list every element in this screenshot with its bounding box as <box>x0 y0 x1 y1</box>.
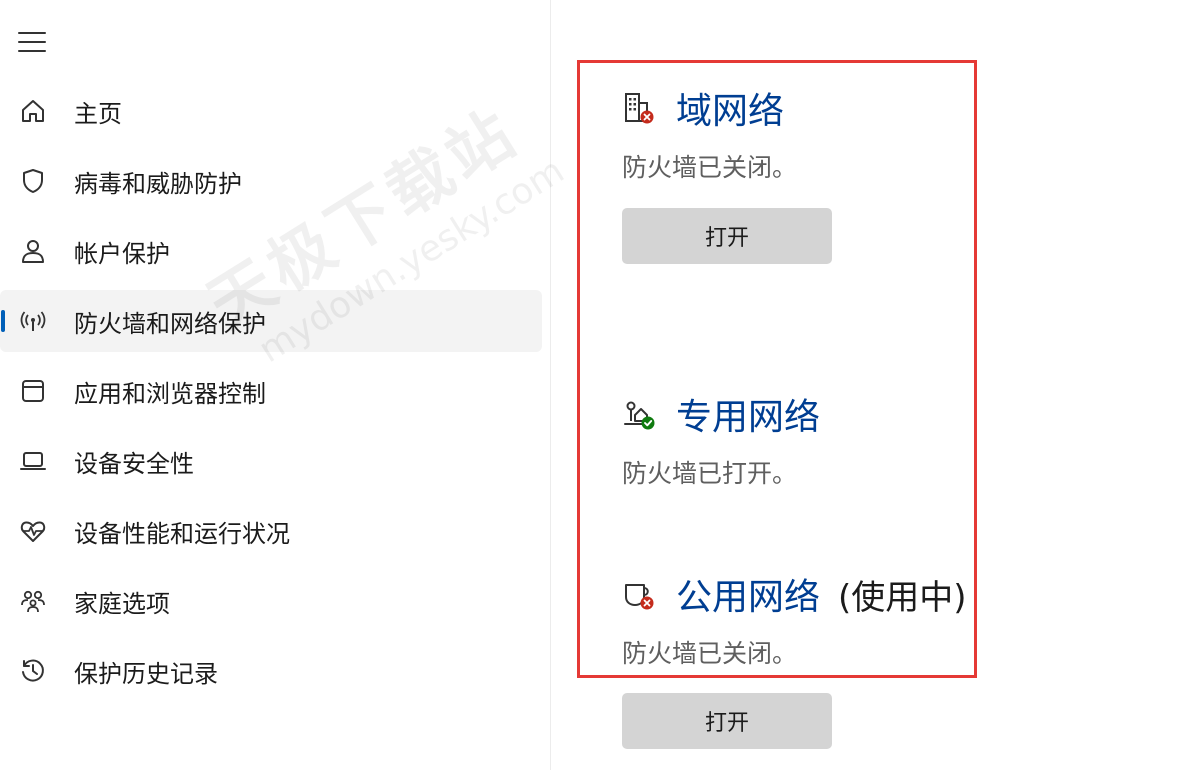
domain-network-section: 域网络 防火墙已关闭。 <box>622 82 797 184</box>
public-network-link[interactable]: 公用网络 <box>676 568 820 620</box>
sidebar-item-virus-protection[interactable]: 病毒和威胁防护 <box>0 150 542 212</box>
public-network-status: 防火墙已关闭。 <box>622 639 798 668</box>
sidebar-item-account-protection[interactable]: 帐户保护 <box>0 220 542 282</box>
sidebar-item-home[interactable]: 主页 <box>0 80 542 142</box>
sidebar-nav: 主页 病毒和威胁防护 帐户保护 防火墙和网络保护 应用和浏览器控制 设备安全性 … <box>0 80 550 710</box>
domain-network-status: 防火墙已关闭。 <box>622 153 798 182</box>
shield-icon <box>18 166 48 196</box>
private-network-link[interactable]: 专用网络 <box>676 388 820 440</box>
sidebar-item-device-security[interactable]: 设备安全性 <box>0 430 542 492</box>
person-icon <box>18 236 48 266</box>
public-network-turn-on-button[interactable]: 打开 <box>622 693 832 749</box>
history-icon <box>18 656 48 686</box>
domain-network-error-icon <box>622 91 656 125</box>
private-network-section: 专用网络 防火墙已打开。 <box>622 388 820 490</box>
sidebar-item-protection-history[interactable]: 保护历史记录 <box>0 640 542 702</box>
sidebar-item-label: 应用和浏览器控制 <box>74 379 266 408</box>
sidebar-item-firewall[interactable]: 防火墙和网络保护 <box>0 290 542 352</box>
private-network-status: 防火墙已打开。 <box>622 459 798 488</box>
sidebar-item-label: 保护历史记录 <box>74 659 218 688</box>
sidebar-item-label: 帐户保护 <box>74 239 170 268</box>
family-icon <box>18 586 48 616</box>
sidebar-item-app-browser-control[interactable]: 应用和浏览器控制 <box>0 360 542 422</box>
sidebar-item-label: 主页 <box>74 99 122 128</box>
heart-pulse-icon <box>18 516 48 546</box>
sidebar-item-family-options[interactable]: 家庭选项 <box>0 570 542 632</box>
home-icon <box>18 96 48 126</box>
sidebar-item-label: 设备性能和运行状况 <box>74 519 290 548</box>
public-network-in-use-label: (使用中) <box>838 577 967 618</box>
sidebar-item-label: 防火墙和网络保护 <box>74 309 266 338</box>
public-network-error-icon <box>622 577 656 611</box>
public-network-section: 公用网络 (使用中) 防火墙已关闭。 <box>622 568 967 670</box>
sidebar-item-label: 病毒和威胁防护 <box>74 169 242 198</box>
sidebar: 主页 病毒和威胁防护 帐户保护 防火墙和网络保护 应用和浏览器控制 设备安全性 … <box>0 0 551 770</box>
browser-window-icon <box>18 376 48 406</box>
laptop-icon <box>18 446 48 476</box>
domain-network-turn-on-button[interactable]: 打开 <box>622 208 832 264</box>
sidebar-item-device-health[interactable]: 设备性能和运行状况 <box>0 500 542 562</box>
domain-network-link[interactable]: 域网络 <box>676 82 784 134</box>
hamburger-menu-icon[interactable] <box>18 30 46 54</box>
wifi-antenna-icon <box>18 306 48 336</box>
sidebar-item-label: 设备安全性 <box>74 449 194 478</box>
private-network-ok-icon <box>622 397 656 431</box>
sidebar-item-label: 家庭选项 <box>74 589 170 618</box>
